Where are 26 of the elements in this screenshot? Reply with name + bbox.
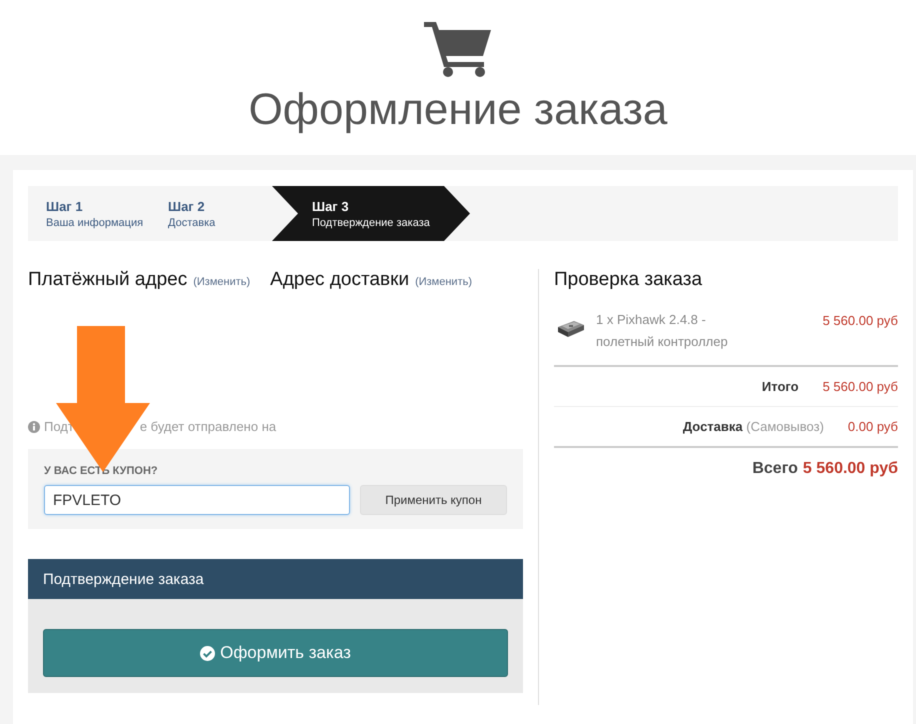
product-price: 5 560.00 руб bbox=[822, 313, 898, 330]
total-value: 5 560.00 руб bbox=[802, 460, 898, 478]
shipping-value: 0.00 руб bbox=[848, 419, 898, 434]
section-heading: Платёжный адрес bbox=[28, 269, 188, 291]
subtotal-label: Итого bbox=[762, 379, 799, 394]
shipping-method: (Самовывоз) bbox=[746, 419, 824, 434]
subtotal-value: 5 560.00 руб bbox=[822, 379, 898, 394]
notice-text: Подт bbox=[44, 419, 74, 434]
total-label: Всего bbox=[752, 460, 798, 478]
section-heading: Адрес доставки bbox=[270, 269, 410, 291]
shipping-label: Доставка bbox=[682, 419, 743, 434]
change-link[interactable]: (Изменить) bbox=[193, 276, 250, 288]
page-title: Оформление заказа bbox=[248, 84, 668, 136]
place-order-button[interactable]: Оформить заказ bbox=[43, 629, 508, 677]
step-tab[interactable]: Шаг 2 Доставка bbox=[150, 186, 272, 241]
change-link[interactable]: (Изменить) bbox=[415, 276, 472, 288]
notice-text: е будет отправлено на bbox=[140, 419, 276, 434]
product-name: 1 x Pixhawk 2.4.8 - полетный контроллер bbox=[596, 311, 729, 351]
coupon-field[interactable]: FPVLETO bbox=[44, 485, 350, 515]
check-circle-icon bbox=[200, 646, 216, 660]
apply-coupon-button[interactable]: Применить купон bbox=[360, 485, 507, 515]
panel-header: Подтверждение заказа bbox=[28, 559, 523, 599]
section-heading: Проверка заказа bbox=[554, 269, 704, 291]
info-icon bbox=[28, 420, 40, 432]
step-tab[interactable]: Шаг 1 Ваша информация bbox=[28, 186, 150, 241]
step-tab[interactable]: Шаг 3 Подтверждение заказа bbox=[272, 186, 470, 241]
